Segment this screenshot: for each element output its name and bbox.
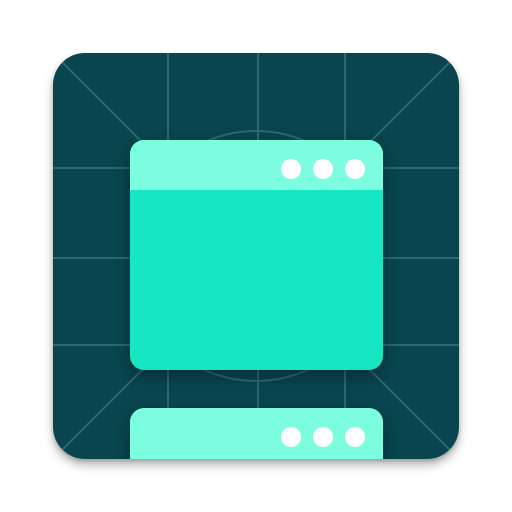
main-window-dot-3-icon — [345, 159, 365, 179]
second-window-dot-3-icon — [345, 427, 365, 447]
second-window-body — [130, 408, 383, 459]
app-windows-icon[interactable] — [53, 53, 459, 459]
launcher-icon-stage — [0, 0, 512, 512]
main-window — [130, 140, 383, 370]
icon-graphic — [53, 53, 459, 459]
main-window-titlebar — [130, 140, 383, 190]
second-window — [130, 408, 383, 459]
second-window-dot-2-icon — [313, 427, 333, 447]
second-window-dot-1-icon — [281, 427, 301, 447]
main-window-dot-2-icon — [313, 159, 333, 179]
main-window-dot-1-icon — [281, 159, 301, 179]
